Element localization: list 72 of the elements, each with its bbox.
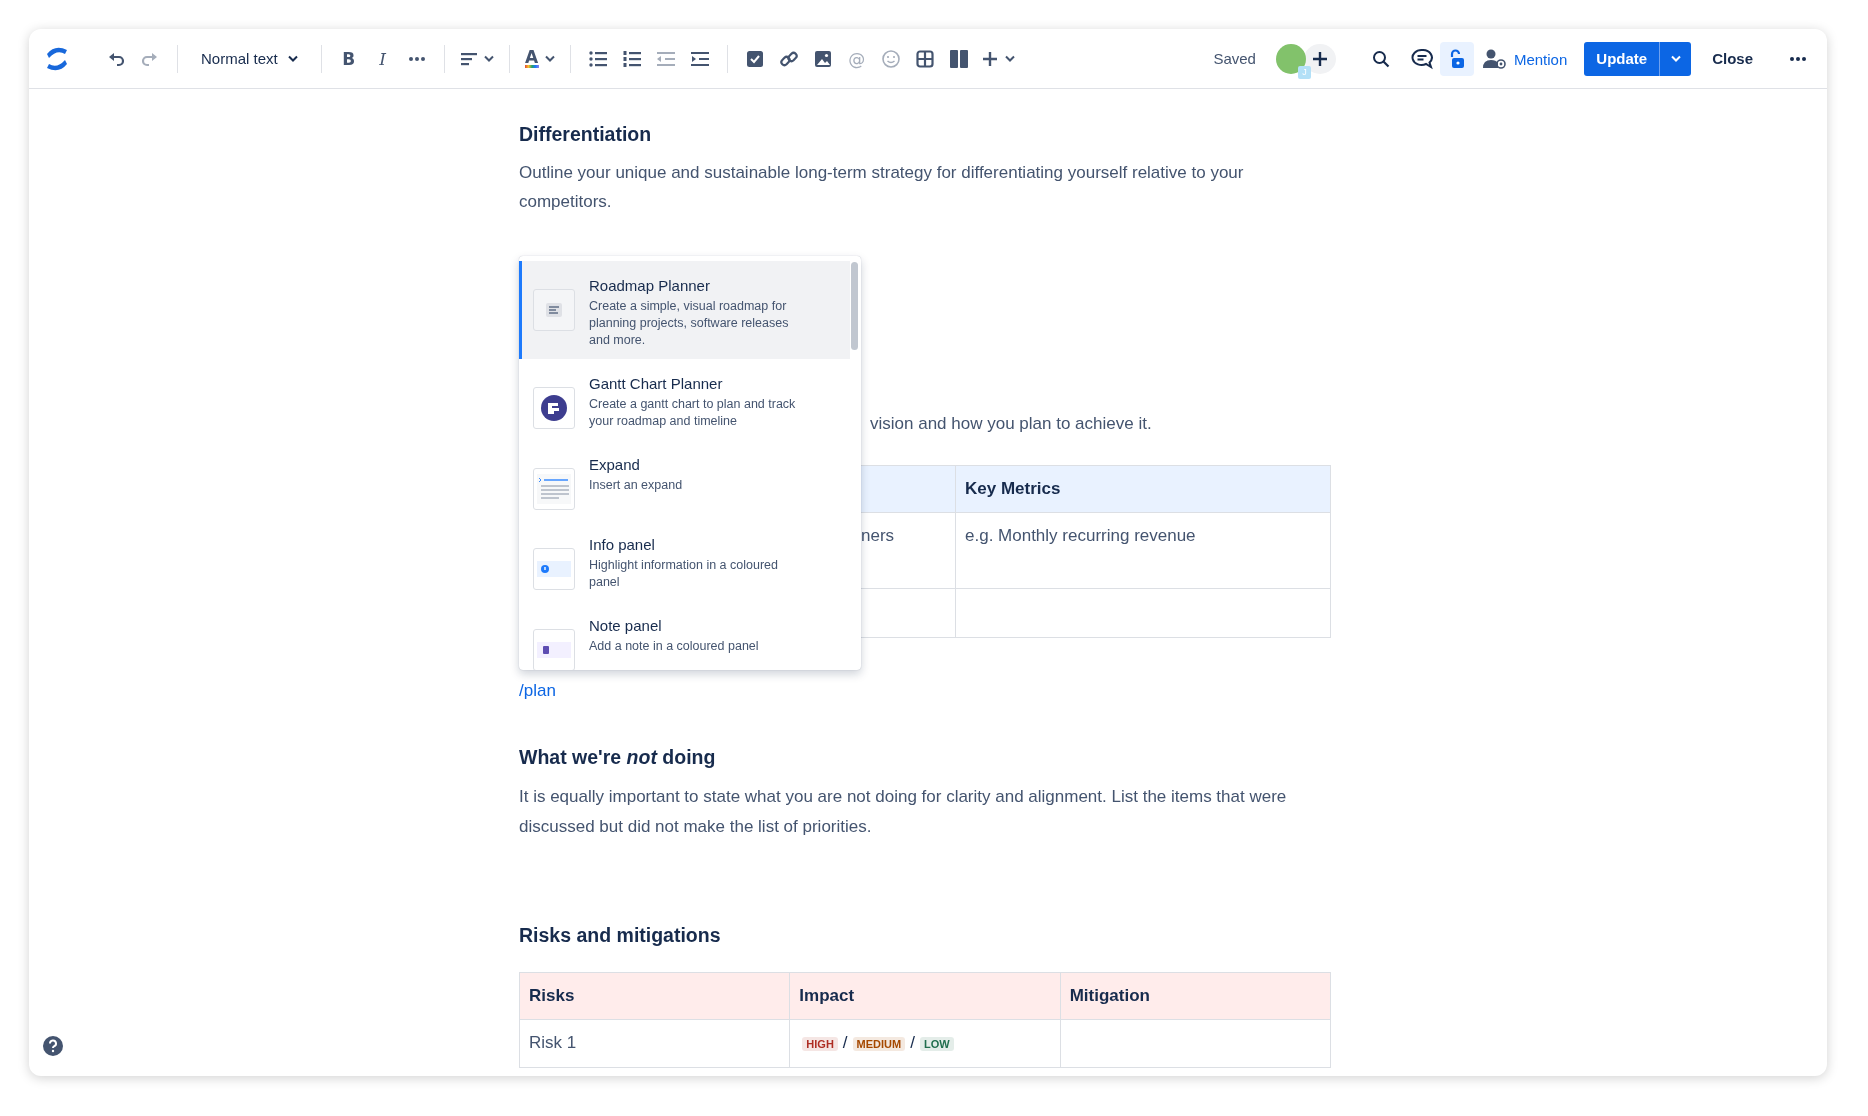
item-title: Note panel	[589, 617, 663, 634]
item-description: Create a gantt chart to plan and track your roadmap and timeline	[589, 396, 797, 430]
menu-item[interactable]: Note panel Add a note in a coloured panel	[519, 601, 850, 670]
table-cell: e.g. Monthly recurring revenue	[965, 526, 1196, 545]
expand-icon	[537, 474, 571, 504]
menu-item[interactable]: Info panel Highlight information in a coloured panel	[519, 520, 850, 601]
menu-item[interactable]: Roadmap Planner Create a simple, visual roadmap for planning projects, software releases and more.	[519, 261, 850, 359]
checkbox-icon	[745, 49, 764, 68]
status-lozenge: LOW	[919, 1037, 954, 1051]
more-icon	[1790, 56, 1806, 61]
menu-item[interactable]: Gantt Chart Planner Create a gantt chart to plan and track your roadmap and timeline	[519, 359, 850, 440]
item-title: Roadmap Planner	[589, 277, 711, 294]
mention-button[interactable]: Mention	[1507, 50, 1574, 68]
status-lozenge: HIGH	[802, 1037, 838, 1051]
plus-icon	[1310, 49, 1329, 68]
info-panel-icon	[537, 561, 571, 577]
caret-icon	[544, 55, 555, 62]
columns-icon	[948, 48, 969, 69]
separator-text: /	[842, 1033, 848, 1052]
table-cell: Risk 1	[519, 1019, 790, 1068]
search-icon	[1371, 49, 1390, 68]
numbered-list-icon	[621, 48, 642, 69]
roadmap-icon	[546, 303, 562, 317]
slash-command-link[interactable]: /plan	[519, 679, 556, 703]
item-description: Highlight information in a coloured panel	[589, 557, 779, 591]
status-lozenge: MEDIUM	[852, 1037, 906, 1051]
italic-button[interactable]: I	[366, 41, 399, 76]
note-panel-icon	[537, 642, 571, 658]
text-color-button[interactable]: A	[520, 41, 559, 76]
section-body: vision and how you plan to achieve it.	[870, 413, 1153, 435]
caret-icon	[1004, 55, 1015, 62]
section-heading: What we're not doing	[519, 745, 717, 769]
add-collaborator-button[interactable]	[1303, 43, 1336, 74]
menu-item[interactable]: Expand Insert an expand	[519, 440, 850, 520]
caret-icon	[287, 55, 298, 62]
table-header: Impact	[789, 972, 1061, 1020]
update-button[interactable]: Update	[1584, 41, 1660, 76]
section-body: Outline your unique and sustainable long-term strategy for differentiating yourself relative to your competitors.	[519, 162, 1245, 213]
person-at-icon	[1482, 47, 1507, 70]
section-heading: Differentiation	[519, 122, 653, 146]
restrictions-button[interactable]	[1439, 41, 1474, 76]
save-status: Saved	[1213, 50, 1256, 67]
help-icon[interactable]	[42, 1035, 64, 1057]
table-cell: ners	[861, 526, 895, 545]
section-body: It is equally important to state what you are not doing for clarity and alignment. List the items that were discussed but did not make the list of priorities.	[519, 786, 1288, 838]
caret-icon	[1670, 55, 1681, 62]
table-header: Key Metrics	[955, 465, 1331, 513]
section-heading: Risks and mitigations	[519, 923, 722, 947]
close-button[interactable]: Close	[1702, 41, 1763, 76]
emoji-icon	[880, 48, 901, 69]
item-title: Gantt Chart Planner	[589, 375, 724, 392]
item-description: Add a note in a coloured panel	[589, 638, 760, 655]
separator-text: /	[910, 1033, 915, 1052]
item-title: Expand	[589, 456, 641, 473]
update-options-button[interactable]	[1659, 41, 1692, 76]
table-icon	[915, 49, 934, 68]
item-description: Insert an expand	[589, 477, 684, 494]
item-description: Create a simple, visual roadmap for planning projects, software releases and more.	[589, 298, 790, 349]
gantt-icon	[541, 395, 567, 421]
bullet-list-icon	[587, 48, 608, 69]
caret-icon	[483, 55, 494, 62]
comment-icon	[1410, 47, 1433, 70]
more-icon	[408, 56, 425, 61]
logo-icon	[45, 46, 69, 71]
plus-icon	[980, 49, 999, 68]
image-icon	[813, 49, 832, 68]
text-style-button[interactable]: Normal text	[189, 41, 310, 76]
table-header: Mitigation	[1060, 972, 1331, 1020]
scrollbar[interactable]	[851, 262, 858, 350]
bold-button[interactable]: B	[332, 41, 365, 76]
table-header: Risks	[519, 972, 790, 1020]
item-title: Info panel	[589, 536, 656, 553]
